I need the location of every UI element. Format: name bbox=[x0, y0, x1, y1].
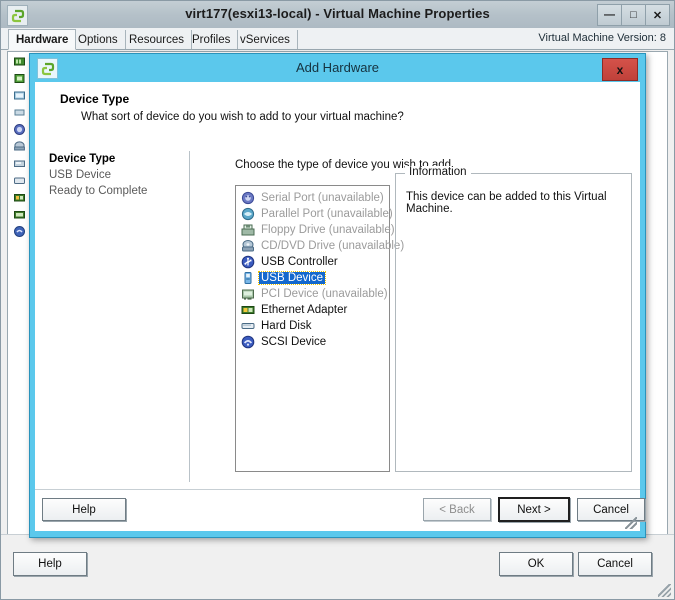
hard-disk-icon bbox=[241, 319, 255, 333]
tab-profiles[interactable]: Profiles bbox=[185, 30, 239, 49]
serial-port-icon bbox=[14, 124, 25, 135]
tab-resources[interactable]: Resources bbox=[122, 30, 192, 49]
information-panel: Information This device can be added to … bbox=[395, 166, 632, 472]
device-label: SCSI Device bbox=[261, 336, 327, 348]
device-type-list[interactable]: Serial Port (unavailable) Parallel Port … bbox=[235, 185, 404, 472]
hard-disk-icon bbox=[14, 177, 25, 184]
next-button[interactable]: Next > bbox=[498, 497, 570, 522]
device-row-usb-controller[interactable]: USB Controller bbox=[238, 254, 387, 270]
maximize-icon[interactable]: □ bbox=[621, 4, 646, 26]
usb-device-icon bbox=[241, 271, 255, 285]
nav-step-ready-to-complete[interactable]: Ready to Complete bbox=[41, 183, 189, 199]
ok-button[interactable]: OK bbox=[499, 552, 573, 576]
information-text: This device can be added to this Virtual… bbox=[406, 191, 607, 215]
back-button[interactable]: < Back bbox=[423, 498, 491, 521]
device-label: Parallel Port (unavailable) bbox=[261, 208, 393, 220]
information-legend: Information bbox=[405, 166, 471, 178]
dialog-header: Device Type What sort of device do you w… bbox=[35, 82, 640, 144]
device-selection-pane: Choose the type of device you wish to ad… bbox=[197, 151, 632, 482]
tab-options[interactable]: Options bbox=[71, 30, 126, 49]
main-window-title: virt177(esxi13-local) - Virtual Machine … bbox=[185, 6, 490, 21]
device-row-pci-device[interactable]: PCI Device (unavailable) bbox=[238, 286, 388, 302]
dialog-step-subtitle: What sort of device do you wish to add t… bbox=[81, 111, 404, 123]
device-row-floppy-drive[interactable]: Floppy Drive (unavailable) bbox=[238, 222, 395, 238]
cpu-icon bbox=[14, 74, 25, 83]
device-row-ethernet-adapter[interactable]: Ethernet Adapter bbox=[238, 302, 387, 318]
dialog-content: Device Type USB Device Ready to Complete… bbox=[35, 143, 640, 490]
device-label: USB Controller bbox=[261, 256, 338, 268]
device-row-usb-device[interactable]: USB Device bbox=[238, 270, 387, 286]
main-titlebar: virt177(esxi13-local) - Virtual Machine … bbox=[1, 1, 674, 29]
cd-dvd-drive-icon bbox=[14, 141, 25, 151]
serial-port-icon bbox=[241, 191, 255, 205]
device-label: CD/DVD Drive (unavailable) bbox=[261, 240, 405, 252]
dialog-step-title: Device Type bbox=[60, 92, 130, 106]
ethernet-adapter-icon bbox=[241, 303, 255, 317]
dialog-close-button[interactable]: x bbox=[602, 58, 638, 81]
ethernet-adapter-icon bbox=[14, 194, 25, 202]
nav-step-device-type[interactable]: Device Type bbox=[41, 151, 189, 167]
main-help-button[interactable]: Help bbox=[13, 552, 87, 576]
dialog-titlebar: Add Hardware x bbox=[30, 54, 645, 82]
nav-step-usb-device[interactable]: USB Device bbox=[41, 167, 189, 183]
device-row-hard-disk[interactable]: Hard Disk bbox=[238, 318, 387, 334]
dialog-title: Add Hardware bbox=[295, 60, 380, 75]
vm-version-label: Virtual Machine Version: 8 bbox=[538, 32, 666, 44]
main-footer: Help OK Cancel bbox=[1, 534, 674, 599]
video-card-icon bbox=[14, 91, 25, 100]
tab-hardware[interactable]: Hardware bbox=[8, 29, 77, 50]
scsi-device-icon bbox=[14, 226, 25, 237]
dialog-resize-grip[interactable] bbox=[625, 517, 637, 529]
add-hardware-dialog: Add Hardware x Device Type What sort of … bbox=[29, 53, 646, 538]
device-label: Serial Port (unavailable) bbox=[261, 192, 384, 204]
network-adapter-icon bbox=[14, 211, 25, 219]
device-row-parallel-port[interactable]: Parallel Port (unavailable) bbox=[238, 206, 393, 222]
minimize-icon[interactable]: — bbox=[597, 4, 622, 26]
device-label: Floppy Drive (unavailable) bbox=[261, 224, 395, 236]
dialog-help-button[interactable]: Help bbox=[42, 498, 126, 521]
close-icon[interactable]: ✕ bbox=[645, 4, 670, 26]
device-row-cd-dvd-drive[interactable]: CD/DVD Drive (unavailable) bbox=[238, 238, 404, 254]
device-label: Ethernet Adapter bbox=[261, 304, 348, 316]
floppy-drive-icon bbox=[14, 160, 25, 167]
cd-dvd-drive-icon bbox=[241, 239, 255, 253]
dialog-footer: Help < Back Next > Cancel bbox=[35, 489, 645, 531]
screen: virt177(esxi13-local) - Virtual Machine … bbox=[0, 0, 675, 600]
memory-icon bbox=[14, 57, 25, 66]
vmci-device-icon bbox=[14, 109, 25, 116]
parallel-port-icon bbox=[241, 207, 255, 221]
scsi-device-icon bbox=[241, 335, 255, 349]
main-cancel-button[interactable]: Cancel bbox=[578, 552, 652, 576]
device-label: USB Device bbox=[258, 271, 326, 285]
usb-controller-icon bbox=[241, 255, 255, 269]
resize-grip[interactable] bbox=[658, 584, 671, 597]
device-row-serial-port[interactable]: Serial Port (unavailable) bbox=[238, 190, 387, 206]
window-controls: — □ ✕ bbox=[597, 4, 670, 26]
device-label: Hard Disk bbox=[261, 320, 312, 332]
pci-device-icon bbox=[241, 287, 255, 301]
floppy-drive-icon bbox=[241, 223, 255, 237]
wizard-steps-nav: Device Type USB Device Ready to Complete bbox=[41, 151, 190, 482]
tab-vservices[interactable]: vServices bbox=[233, 30, 298, 49]
device-row-scsi-device[interactable]: SCSI Device bbox=[238, 334, 387, 350]
device-label: PCI Device (unavailable) bbox=[261, 288, 388, 300]
